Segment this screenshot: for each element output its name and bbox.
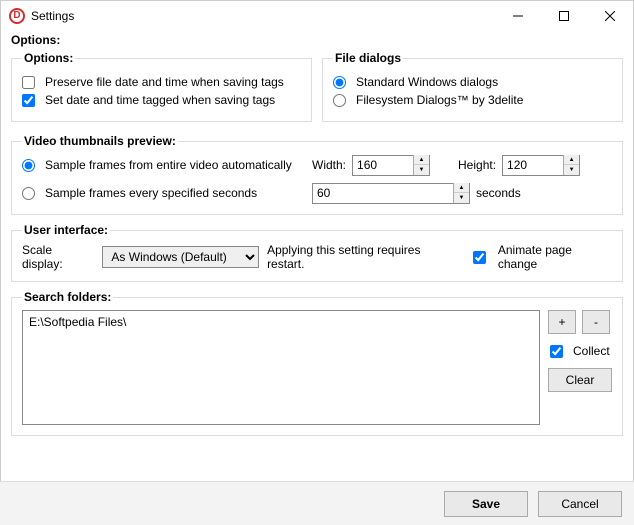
options-heading: Options: [11,33,623,47]
options-legend: Options: [22,51,75,65]
animate-label[interactable]: Animate page change [498,243,612,271]
user-interface-legend: User interface: [22,223,110,237]
collect-label[interactable]: Collect [573,344,610,358]
footer: Save Cancel [0,481,634,525]
height-down-icon[interactable]: ▼ [564,165,579,175]
sample-seconds-radio[interactable] [22,187,35,200]
seconds-down-icon[interactable]: ▼ [454,193,469,203]
user-interface-group: User interface: Scale display: As Window… [11,223,623,282]
video-thumbnails-group: Video thumbnails preview: Sample frames … [11,134,623,215]
height-label: Height: [458,158,496,172]
standard-dialogs-label[interactable]: Standard Windows dialogs [356,75,498,89]
seconds-unit-label: seconds [476,186,521,200]
set-date-checkbox[interactable] [22,94,35,107]
minimize-button[interactable] [495,1,541,31]
sample-auto-label[interactable]: Sample frames from entire video automati… [45,158,292,172]
cancel-button[interactable]: Cancel [538,491,622,517]
preserve-date-label[interactable]: Preserve file date and time when saving … [45,75,284,89]
video-thumbnails-legend: Video thumbnails preview: [22,134,178,148]
collect-checkbox[interactable] [550,345,563,358]
filesystem-dialogs-label[interactable]: Filesystem Dialogs™ by 3delite [356,93,523,107]
height-input[interactable] [503,156,563,175]
width-spinner[interactable]: ▲▼ [352,155,430,176]
width-input[interactable] [353,156,413,175]
close-button[interactable] [587,1,633,31]
window-title: Settings [31,9,74,23]
height-spinner[interactable]: ▲▼ [502,155,580,176]
scale-display-select[interactable]: As Windows (Default) [102,246,259,268]
search-folders-group: Search folders: E:\Softpedia Files\ + - … [11,290,623,436]
clear-button[interactable]: Clear [548,368,612,392]
seconds-input[interactable] [313,184,453,203]
filesystem-dialogs-radio[interactable] [333,94,346,107]
content-area: Options: Options: Preserve file date and… [1,31,633,454]
seconds-up-icon[interactable]: ▲ [454,183,469,193]
scale-display-label: Scale display: [22,243,94,271]
width-down-icon[interactable]: ▼ [414,165,429,175]
sample-auto-radio[interactable] [22,159,35,172]
file-dialogs-group: File dialogs Standard Windows dialogs Fi… [322,51,623,122]
save-button[interactable]: Save [444,491,528,517]
height-up-icon[interactable]: ▲ [564,155,579,165]
app-icon [9,8,25,24]
file-dialogs-legend: File dialogs [333,51,403,65]
standard-dialogs-radio[interactable] [333,76,346,89]
sample-seconds-label[interactable]: Sample frames every specified seconds [45,186,257,200]
width-up-icon[interactable]: ▲ [414,155,429,165]
animate-checkbox[interactable] [473,251,486,264]
restart-note: Applying this setting requires restart. [267,243,457,271]
add-folder-button[interactable]: + [548,310,576,334]
maximize-button[interactable] [541,1,587,31]
set-date-label[interactable]: Set date and time tagged when saving tag… [45,93,275,107]
options-group: Options: Preserve file date and time whe… [11,51,312,122]
remove-folder-button[interactable]: - [582,310,610,334]
preserve-date-checkbox[interactable] [22,76,35,89]
search-folders-list[interactable]: E:\Softpedia Files\ [22,310,540,425]
title-bar: Settings [1,1,633,31]
list-item[interactable]: E:\Softpedia Files\ [29,315,533,329]
width-label: Width: [312,158,346,172]
search-folders-legend: Search folders: [22,290,113,304]
seconds-spinner[interactable]: ▲▼ [312,183,470,204]
